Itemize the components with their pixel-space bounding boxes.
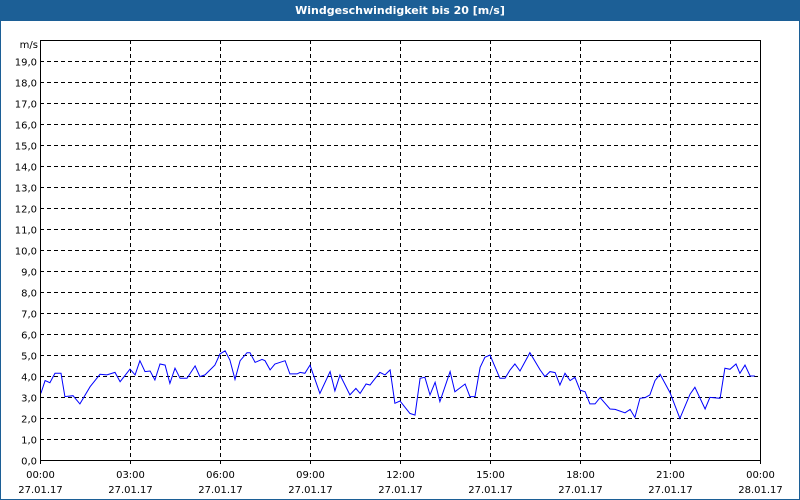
y-tick-label: 11,0: [15, 226, 37, 237]
y-tick-label: 19,0: [15, 58, 37, 69]
grid: [40, 40, 760, 460]
x-tick-date: 27.01.17: [558, 485, 603, 496]
y-tick-label: 10,0: [15, 247, 37, 258]
x-tick-date: 28.01.17: [738, 485, 783, 496]
series-line-wind-speed: [40, 350, 755, 420]
x-tick-time: 00:00: [26, 470, 55, 481]
y-tick-label: 6,0: [21, 331, 37, 342]
x-tick-time: 12:00: [386, 470, 415, 481]
y-tick-label: 4,0: [21, 373, 37, 384]
y-tick-label: 7,0: [21, 310, 37, 321]
y-tick-label: 17,0: [15, 100, 37, 111]
x-tick-date: 27.01.17: [198, 485, 243, 496]
y-tick-label: 5,0: [21, 352, 37, 363]
y-axis-unit: m/s: [20, 40, 38, 51]
y-tick-label: 14,0: [15, 163, 37, 174]
x-tick-time: 06:00: [206, 470, 235, 481]
x-tick-time: 03:00: [116, 470, 145, 481]
x-tick-time: 21:00: [656, 470, 685, 481]
y-tick-label: 0,0: [21, 457, 37, 468]
x-tick-date: 27.01.17: [18, 485, 63, 496]
y-tick-label: 12,0: [15, 205, 37, 216]
x-tick-time: 18:00: [566, 470, 595, 481]
x-axis-ticks: 00:00 27.01.17 03:00 27.01.17 06:00 27.01.17 0…: [18, 460, 783, 496]
wind-speed-chart: 0,0 1,0 2,0 3,0 4,0 5,0 6,0 7,0 8,0 9,0 10,0 11,0 12…: [15, 40, 783, 496]
y-tick-label: 1,0: [21, 436, 37, 447]
chart-window: Windgeschwindigkeit bis 20 [m/s] 0,0 1,0 2…: [0, 0, 800, 500]
x-tick-date: 27.01.17: [468, 485, 513, 496]
x-tick-date: 27.01.17: [108, 485, 153, 496]
x-tick-time: 00:00: [746, 470, 775, 481]
y-tick-label: 3,0: [21, 394, 37, 405]
x-tick-time: 09:00: [296, 470, 325, 481]
y-tick-label: 2,0: [21, 415, 37, 426]
y-tick-label: 9,0: [21, 268, 37, 279]
x-tick-time: 15:00: [476, 470, 505, 481]
x-tick-date: 27.01.17: [648, 485, 693, 496]
y-tick-label: 13,0: [15, 184, 37, 195]
x-tick-date: 27.01.17: [378, 485, 423, 496]
y-tick-label: 8,0: [21, 289, 37, 300]
x-tick-date: 27.01.17: [288, 485, 333, 496]
y-axis-ticks: 0,0 1,0 2,0 3,0 4,0 5,0 6,0 7,0 8,0 9,0 10,0 11,0 12…: [15, 58, 37, 468]
y-tick-label: 15,0: [15, 142, 37, 153]
y-tick-label: 16,0: [15, 121, 37, 132]
y-tick-label: 18,0: [15, 79, 37, 90]
